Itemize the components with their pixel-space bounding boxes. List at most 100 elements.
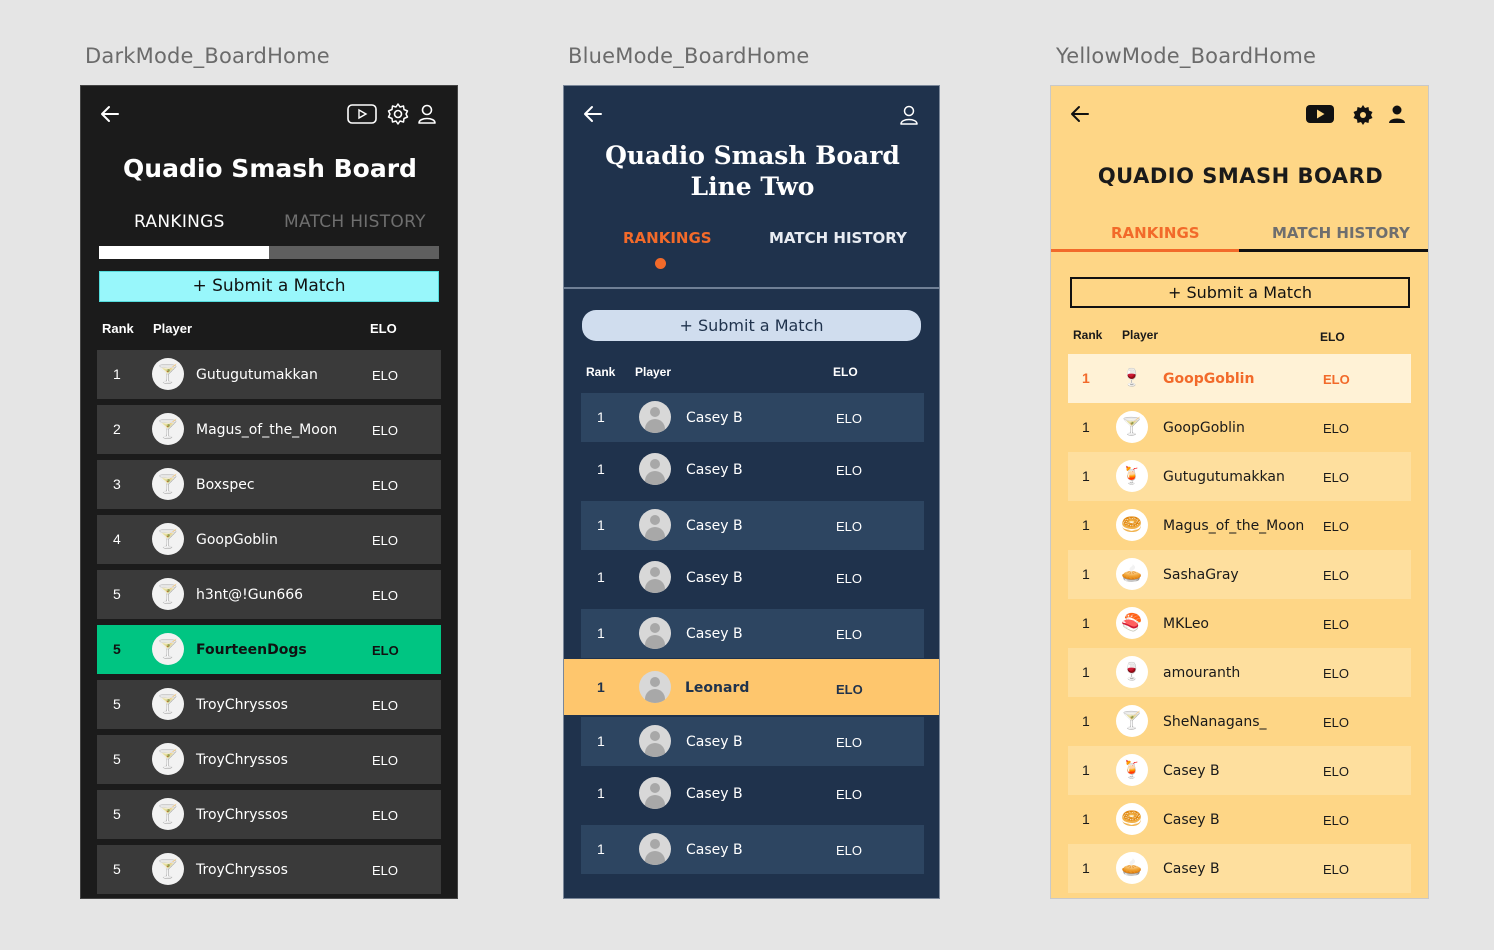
ranking-row[interactable]: 1 Casey B ELO	[581, 825, 924, 874]
ranking-row[interactable]: 1 🥯 Casey B ELO	[1068, 795, 1411, 844]
ranking-row[interactable]: 1 Casey B ELO	[581, 609, 924, 658]
back-arrow-icon[interactable]	[99, 103, 121, 125]
ranking-row[interactable]: 1 Casey B ELO	[581, 445, 924, 494]
ranking-row[interactable]: 1 🥧 SashaGray ELO	[1068, 550, 1411, 599]
player-name: Casey B	[686, 786, 743, 802]
tab-match-history[interactable]: MATCH HISTORY	[1272, 224, 1410, 242]
ranking-row[interactable]: 1 🍸 GoopGoblin ELO	[1068, 403, 1411, 452]
avatar-cocktail-icon: 🍸	[152, 688, 184, 720]
avatar-cocktail-icon: 🍸	[152, 468, 184, 500]
gear-icon[interactable]	[1351, 103, 1375, 127]
ranking-row[interactable]: 1 Casey B ELO	[581, 717, 924, 766]
ranking-row[interactable]: 5 🍸 TroyChryssos ELO	[97, 845, 441, 894]
column-header-elo: ELO	[370, 321, 397, 336]
video-icon[interactable]	[1305, 103, 1335, 125]
ranking-row[interactable]: 1 🍹 Casey B ELO	[1068, 746, 1411, 795]
player-name: Casey B	[686, 626, 743, 642]
elo-value: ELO	[1323, 617, 1350, 632]
player-name: Casey B	[1163, 812, 1220, 828]
avatar-person-icon	[639, 777, 671, 809]
rank-value: 1	[597, 733, 605, 749]
rank-value: 1	[1082, 713, 1090, 729]
tab-indicator-active	[1051, 249, 1239, 252]
ranking-row[interactable]: 1 Casey B ELO	[581, 393, 924, 442]
ranking-row[interactable]: 1 🍹 Gutugutumakkan ELO	[1068, 452, 1411, 501]
avatar-person-icon	[639, 671, 671, 703]
player-name: Casey B	[1163, 861, 1220, 877]
elo-value: ELO	[372, 863, 399, 878]
elo-value: ELO	[372, 643, 399, 658]
ranking-row[interactable]: 1 🥯 Magus_of_the_Moon ELO	[1068, 501, 1411, 550]
ranking-row-current-user[interactable]: 5 🍸 FourteenDogs ELO	[97, 625, 441, 674]
avatar-person-icon	[639, 725, 671, 757]
elo-value: ELO	[836, 519, 863, 534]
rank-value: 3	[113, 476, 121, 492]
tab-rankings[interactable]: RANKINGS	[1111, 224, 1200, 242]
player-name: GoopGoblin	[1163, 420, 1245, 436]
blue-frame-label: BlueMode_BoardHome	[568, 44, 810, 68]
page-title: Quadio Smash Board	[123, 154, 417, 183]
ranking-row[interactable]: 1 Casey B ELO	[581, 501, 924, 550]
rank-value: 1	[1082, 566, 1090, 582]
back-arrow-icon[interactable]	[582, 103, 604, 125]
ranking-row[interactable]: 1 🍸 SheNanagans_ ELO	[1068, 697, 1411, 746]
gear-icon[interactable]	[386, 102, 410, 126]
ranking-row[interactable]: 4 🍸 GoopGoblin ELO	[97, 515, 441, 564]
yellow-mode-screen: QUADIO SMASH BOARD RANKINGS MATCH HISTOR…	[1050, 85, 1429, 899]
elo-value: ELO	[836, 571, 863, 586]
avatar-wine-icon: 🍷	[1121, 368, 1143, 387]
header-divider	[564, 287, 939, 289]
rank-value: 5	[113, 751, 121, 767]
dark-mode-screen: Quadio Smash Board RANKINGS MATCH HISTOR…	[80, 85, 458, 899]
rank-value: 1	[1082, 860, 1090, 876]
elo-value: ELO	[836, 682, 863, 697]
ranking-row[interactable]: 1 Casey B ELO	[581, 769, 924, 818]
rank-value: 1	[1082, 664, 1090, 680]
tab-rankings[interactable]: RANKINGS	[623, 229, 712, 247]
title-line-1: Quadio Smash Board	[605, 141, 900, 170]
user-icon[interactable]	[1386, 103, 1408, 125]
rank-value: 5	[113, 696, 121, 712]
back-arrow-icon[interactable]	[1069, 103, 1091, 125]
video-icon[interactable]	[347, 103, 377, 125]
ranking-row-current-user[interactable]: 1 🍷 GoopGoblin ELO	[1068, 354, 1411, 403]
elo-value: ELO	[1323, 862, 1350, 877]
avatar-cocktail-icon: 🍸	[152, 413, 184, 445]
ranking-row[interactable]: 1 🍷 amouranth ELO	[1068, 648, 1411, 697]
ranking-row-current-user[interactable]: 1 Leonard ELO	[564, 659, 939, 715]
avatar-person-icon	[639, 617, 671, 649]
ranking-row[interactable]: 3 🍸 Boxspec ELO	[97, 460, 441, 509]
player-name: amouranth	[1163, 665, 1241, 681]
ranking-row[interactable]: 2 🍸 Magus_of_the_Moon ELO	[97, 405, 441, 454]
elo-value: ELO	[1323, 470, 1350, 485]
ranking-row[interactable]: 5 🍸 h3nt@!Gun666 ELO	[97, 570, 441, 619]
ranking-row[interactable]: 1 Casey B ELO	[581, 553, 924, 602]
player-name: Casey B	[686, 570, 743, 586]
ranking-row[interactable]: 1 🍸 Gutugutumakkan ELO	[97, 350, 441, 399]
column-header-rank: Rank	[1073, 328, 1103, 342]
user-icon[interactable]	[416, 103, 438, 125]
column-header-elo: ELO	[1320, 330, 1345, 344]
submit-match-button[interactable]: + Submit a Match	[1070, 277, 1410, 308]
user-icon[interactable]	[898, 104, 920, 126]
elo-value: ELO	[836, 411, 863, 426]
tab-rankings[interactable]: RANKINGS	[134, 212, 225, 232]
avatar-cocktail-icon: 🍸	[152, 853, 184, 885]
submit-match-button[interactable]: + Submit a Match	[99, 271, 439, 302]
player-name: h3nt@!Gun666	[196, 587, 304, 603]
ranking-row[interactable]: 1 🥧 Casey B ELO	[1068, 844, 1411, 893]
submit-match-button[interactable]: + Submit a Match	[582, 310, 921, 341]
ranking-row[interactable]: 5 🍸 TroyChryssos ELO	[97, 735, 441, 784]
tab-match-history[interactable]: MATCH HISTORY	[284, 212, 426, 232]
elo-value: ELO	[372, 698, 399, 713]
tab-match-history[interactable]: MATCH HISTORY	[769, 229, 907, 247]
rank-value: 1	[1082, 762, 1090, 778]
rank-value: 5	[113, 806, 121, 822]
ranking-row[interactable]: 1 🍣 MKLeo ELO	[1068, 599, 1411, 648]
avatar-cocktail-icon: 🍸	[152, 358, 184, 390]
ranking-row[interactable]: 5 🍸 TroyChryssos ELO	[97, 680, 441, 729]
elo-value: ELO	[1323, 813, 1350, 828]
avatar-person-icon	[639, 453, 671, 485]
ranking-row[interactable]: 5 🍸 TroyChryssos ELO	[97, 790, 441, 839]
elo-value: ELO	[1323, 421, 1350, 436]
